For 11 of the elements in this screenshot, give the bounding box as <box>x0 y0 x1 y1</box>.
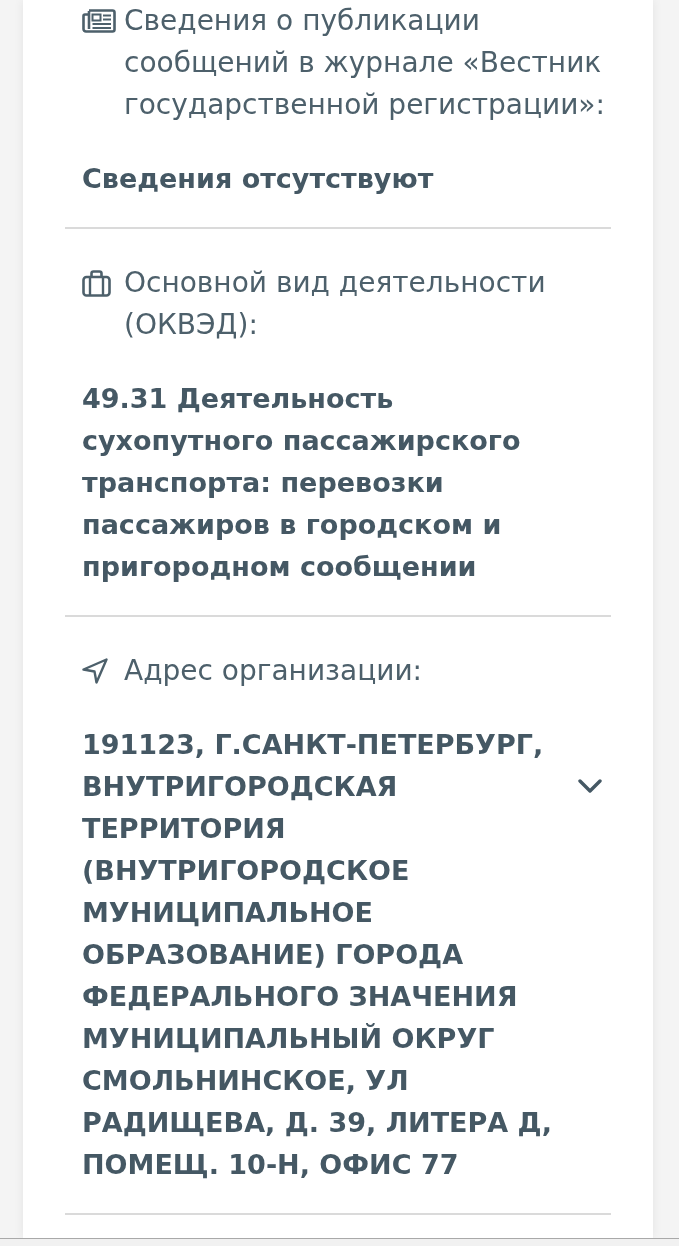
navigation-arrow-icon <box>82 658 108 684</box>
newspaper-icon <box>82 9 116 33</box>
chevron-down-icon <box>578 779 602 794</box>
field-value: Сведения отсутствуют <box>82 162 435 196</box>
field-label: Адрес организации: <box>124 653 424 689</box>
field-value: 191123, Г.САНКТ-ПЕТЕРБУРГ, ВНУТРИГОРОДСКАЯ ТЕРРИТОРИЯ (ВНУТРИГОРОДСКОЕ МУНИЦИПАЛЬНОЕ ОБРАЗОВАНИЕ) ГОРОДА ФЕДЕРАЛЬНОГО ЗНАЧЕНИЯ МУНИЦИПАЛЬНЫЙ ОКРУГ СМОЛЬНИНСКОЕ, УЛ РАДИЩЕВА, Д. 39, ЛИТЕРА Д, ПОМЕЩ. 10-Н, ОФИС 77 <box>82 728 553 1182</box>
expand-button[interactable] <box>578 779 602 794</box>
field-label: Основной вид деятельности (ОКВЭД): <box>124 265 547 343</box>
briefcase-icon <box>82 269 111 297</box>
field-value: 49.31 Деятельность сухопутного пассажирского транспорта: перевозки пассажиров в городском и пригородном сообщении <box>82 382 522 584</box>
field-label: Сведения о публикации сообщений в журнале «Вестник государственной регистрации»: <box>124 3 606 123</box>
